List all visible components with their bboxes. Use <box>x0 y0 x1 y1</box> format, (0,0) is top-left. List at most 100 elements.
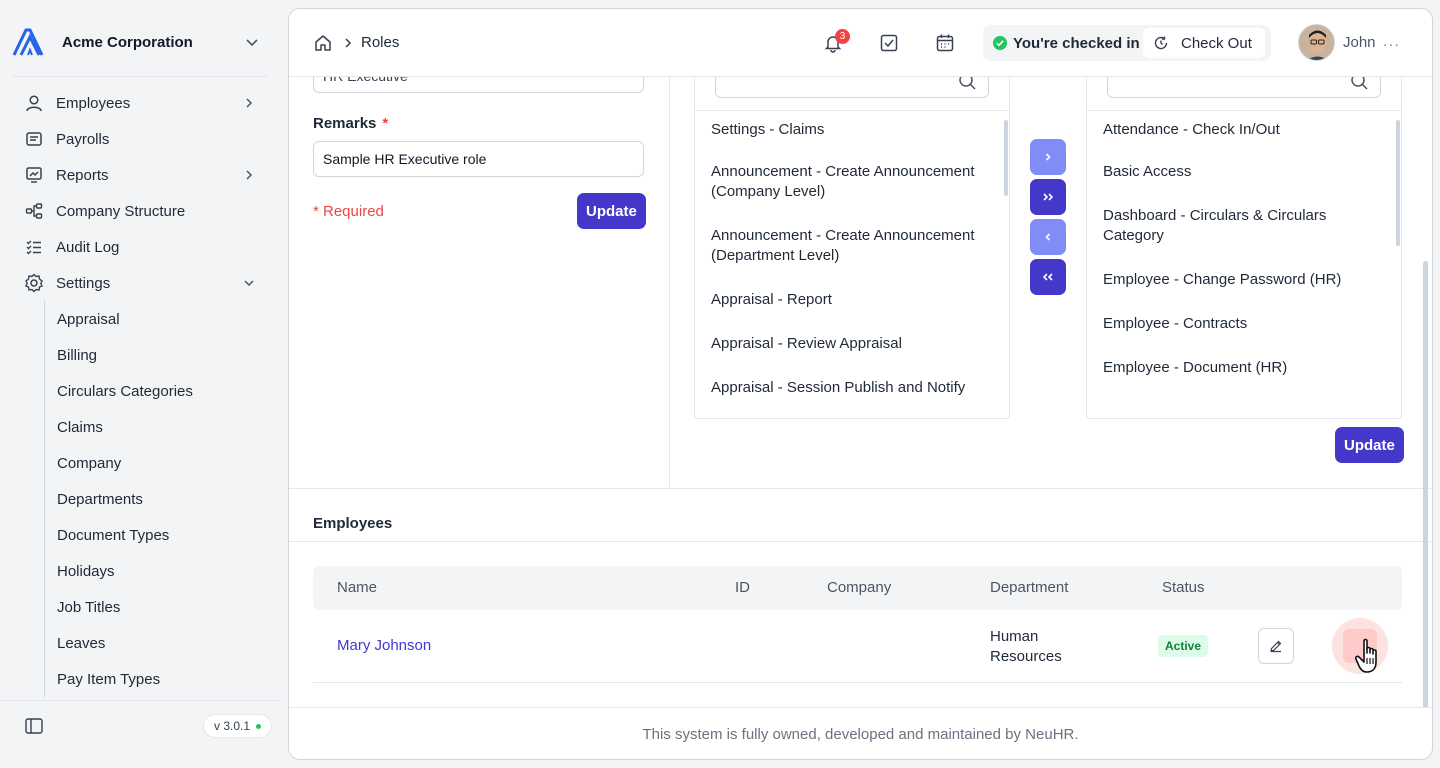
breadcrumb[interactable]: Roles <box>361 34 399 51</box>
more-options-icon[interactable]: ··· <box>1383 36 1400 52</box>
scrollbar[interactable] <box>1004 120 1008 196</box>
submenu-item-holidays[interactable]: Holidays <box>45 553 268 589</box>
org-switcher[interactable]: Acme Corporation <box>12 26 268 58</box>
scrollbar[interactable] <box>1396 120 1400 246</box>
status-badge: Active <box>1158 635 1209 657</box>
submenu-item-job-titles[interactable]: Job Titles <box>45 589 268 625</box>
list-item[interactable]: Appraisal - Report <box>695 278 1009 322</box>
list-item[interactable]: Appraisal - Review Appraisal <box>695 322 1009 366</box>
column-header-status[interactable]: Status <box>1162 579 1205 596</box>
top-bar: Roles 3 You're checked in Check Out John… <box>289 9 1432 77</box>
update-permissions-button[interactable]: Update <box>1335 427 1404 463</box>
submenu-item-pay-item-types[interactable]: Pay Item Types <box>45 661 268 697</box>
version-label: v 3.0.1 <box>214 719 251 733</box>
submenu-item-circulars-categories[interactable]: Circulars Categories <box>45 373 268 409</box>
chevron-right-icon <box>246 98 253 108</box>
column-header-company[interactable]: Company <box>827 579 891 596</box>
move-right-button[interactable] <box>1030 139 1066 175</box>
hierarchy-icon <box>24 201 44 221</box>
main-panel: Roles 3 You're checked in Check Out John… <box>288 8 1433 760</box>
search-icon <box>1351 77 1368 90</box>
sidebar-item-label: Audit Log <box>56 238 120 256</box>
main-scrollbar[interactable] <box>1423 261 1428 711</box>
sidebar-item-label: Employees <box>56 94 131 112</box>
required-note: * Required <box>313 203 384 220</box>
list-item[interactable]: Employee - Document (HR) <box>1087 346 1401 390</box>
employee-name-link[interactable]: Mary Johnson <box>337 637 431 654</box>
status-dot <box>256 723 262 729</box>
user-icon <box>24 93 44 113</box>
double-chevron-left-icon <box>1042 273 1053 281</box>
sidebar-item-label: Company Structure <box>56 202 186 220</box>
move-left-button[interactable] <box>1030 219 1066 255</box>
calendar-icon[interactable] <box>935 33 955 53</box>
list-item[interactable]: Attendance - Check In/Out <box>1087 110 1401 150</box>
report-icon <box>24 165 44 185</box>
submenu-item-leaves[interactable]: Leaves <box>45 625 268 661</box>
employees-section-title: Employees <box>313 515 393 532</box>
clock-rotate-icon <box>1154 36 1168 50</box>
sidebar-item-payrolls[interactable]: Payrolls <box>24 121 264 157</box>
sidebar-item-label: Payrolls <box>56 130 110 148</box>
submenu-item-document-types[interactable]: Document Types <box>45 517 268 553</box>
sidebar-toggle-icon[interactable] <box>25 718 43 734</box>
checked-in-label: You're checked in <box>1013 34 1140 52</box>
submenu-item-company[interactable]: Company <box>45 445 268 481</box>
settings-submenu: Appraisal Billing Circulars Categories C… <box>44 301 268 697</box>
submenu-item-claims[interactable]: Claims <box>45 409 268 445</box>
list-item[interactable]: Employee - Change Password (HR) <box>1087 258 1401 302</box>
sidebar-item-label: Settings <box>56 274 111 292</box>
required-star: * <box>382 115 389 132</box>
check-out-button[interactable]: Check Out <box>1143 28 1265 58</box>
sidebar-item-reports[interactable]: Reports <box>24 157 264 193</box>
footer: This system is fully owned, developed an… <box>289 707 1432 759</box>
available-permissions-list: Settings - Claims Announcement - Create … <box>695 110 1009 418</box>
submenu-item-appraisal[interactable]: Appraisal <box>45 301 268 337</box>
list-item[interactable]: Settings - Claims <box>695 110 1009 150</box>
role-name-input[interactable]: HR Executive <box>313 77 644 93</box>
column-header-department[interactable]: Department <box>990 579 1068 596</box>
assigned-permissions-list: Attendance - Check In/Out Basic Access D… <box>1087 110 1401 418</box>
check-circle-icon <box>993 36 1007 50</box>
list-item[interactable]: Announcement - Create Announcement (Depa… <box>695 214 1009 278</box>
list-item[interactable]: Employee - Contracts <box>1087 302 1401 346</box>
company-logo-icon <box>12 28 44 56</box>
move-all-right-button[interactable] <box>1030 179 1066 215</box>
edit-button[interactable] <box>1258 628 1294 664</box>
chevron-left-icon <box>1045 233 1051 241</box>
check-out-label: Check Out <box>1181 34 1252 52</box>
chevron-right-icon <box>246 170 253 180</box>
remarks-label: Remarks * <box>313 115 388 132</box>
list-item[interactable]: Appraisal - Session Publish and Notify <box>695 366 1009 410</box>
sidebar: Acme Corporation Employees Payrolls Repo… <box>0 0 280 768</box>
submenu-item-departments[interactable]: Departments <box>45 481 268 517</box>
sidebar-item-employees[interactable]: Employees <box>24 85 264 121</box>
task-check-icon[interactable] <box>879 33 899 53</box>
table-header: Name ID Company Department Status <box>313 566 1402 610</box>
home-icon[interactable] <box>314 34 332 52</box>
sidebar-item-company-structure[interactable]: Company Structure <box>24 193 264 229</box>
list-item[interactable]: Basic Access <box>1087 150 1401 194</box>
list-item[interactable]: Dashboard - Circulars & Circulars Catego… <box>1087 194 1401 258</box>
main-nav: Employees Payrolls Reports Company Struc… <box>24 85 264 301</box>
remarks-input[interactable]: Sample HR Executive role <box>313 141 644 177</box>
column-header-id[interactable]: ID <box>735 579 750 596</box>
table-row: Mary Johnson Human Resources Active <box>313 610 1402 683</box>
sidebar-item-settings[interactable]: Settings <box>24 265 264 301</box>
column-header-name[interactable]: Name <box>337 579 377 596</box>
notification-badge: 3 <box>835 29 850 44</box>
move-all-left-button[interactable] <box>1030 259 1066 295</box>
avatar[interactable] <box>1298 24 1335 61</box>
update-role-button[interactable]: Update <box>577 193 646 229</box>
chevron-down-icon <box>244 280 254 287</box>
list-item[interactable]: Announcement - Create Announcement (Comp… <box>695 150 1009 214</box>
assigned-search-input[interactable] <box>1107 77 1381 98</box>
available-search-input[interactable] <box>715 77 989 98</box>
submenu-item-billing[interactable]: Billing <box>45 337 268 373</box>
double-chevron-right-icon <box>1043 193 1054 201</box>
sidebar-item-audit-log[interactable]: Audit Log <box>24 229 264 265</box>
checklist-icon <box>24 237 44 257</box>
sidebar-item-label: Reports <box>56 166 109 184</box>
chevron-right-icon <box>345 38 352 48</box>
user-name[interactable]: John <box>1343 34 1376 51</box>
